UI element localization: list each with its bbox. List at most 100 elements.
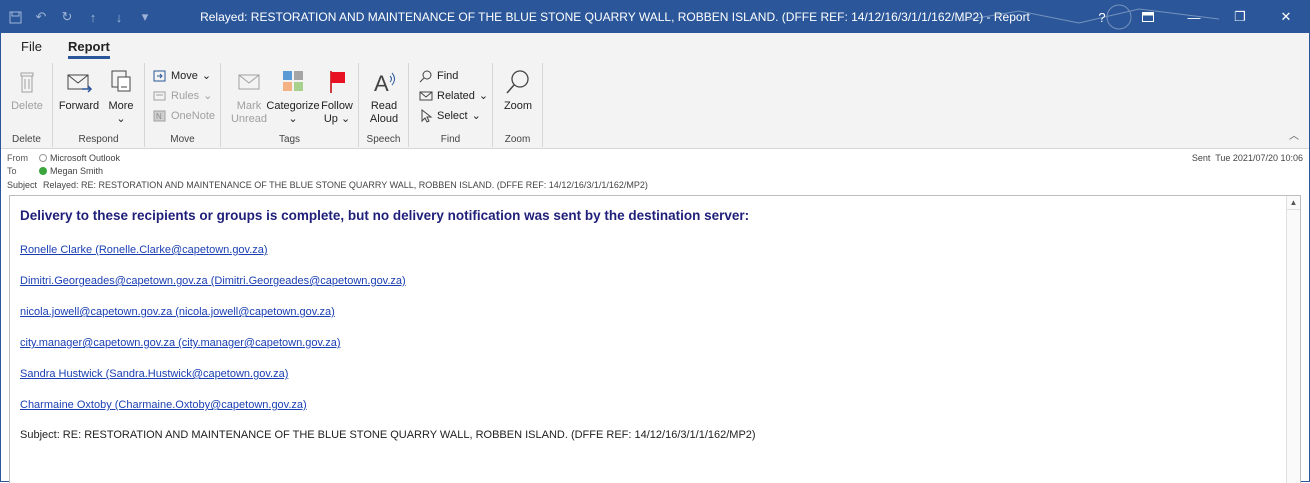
up-arrow-icon[interactable]: ↑	[85, 9, 101, 25]
trash-icon	[20, 72, 34, 93]
related-button[interactable]: Related ⌄	[419, 87, 488, 105]
related-icon	[419, 91, 433, 101]
group-tags: Mark Unread Categorize ⌄ Follow Up ⌄ Tags	[221, 63, 359, 147]
redo-icon[interactable]: ↻	[59, 9, 75, 25]
tab-file[interactable]: File	[11, 35, 52, 61]
group-tags-label: Tags	[278, 134, 301, 145]
from-row: From Microsoft Outlook	[7, 152, 120, 164]
vertical-scrollbar[interactable]: ▲	[1286, 196, 1300, 483]
recipient-link[interactable]: Ronelle Clarke (Ronelle.Clarke@capetown.…	[20, 243, 1280, 257]
categorize-label: Categorize	[266, 100, 320, 112]
follow-up-label-2: Up	[323, 113, 338, 125]
group-respond: Forward More ⌄ Respond	[53, 63, 145, 147]
follow-up-label-1: Follow	[321, 100, 353, 112]
minimize-button[interactable]: —	[1171, 1, 1217, 33]
forward-button[interactable]: Forward	[55, 67, 103, 113]
recipient-link[interactable]: Sandra Hustwick (Sandra.Hustwick@capetow…	[20, 367, 1280, 381]
quick-access-toolbar: ↶ ↻ ↑ ↓ ▾	[7, 1, 153, 33]
follow-up-button[interactable]: Follow Up ⌄	[317, 67, 357, 126]
collapse-ribbon-icon[interactable]: ︿	[1289, 127, 1299, 142]
from-name: Microsoft Outlook	[50, 153, 121, 163]
subject-label: Subject	[7, 180, 38, 190]
more-respond-icon	[111, 70, 131, 92]
tab-report-label: Report	[67, 39, 110, 59]
chevron-down-icon: ⌄	[203, 90, 213, 102]
group-find: Find Related ⌄ Select ⌄ Find	[409, 63, 493, 147]
chevron-down-icon: ⌄	[288, 113, 298, 125]
group-speech: A Read Aloud Speech	[359, 63, 409, 147]
to-name: Megan Smith	[50, 166, 104, 176]
forward-label: Forward	[58, 100, 100, 112]
presence-available-icon	[39, 167, 47, 175]
delivery-heading: Delivery to these recipients or groups i…	[20, 208, 750, 223]
outlook-window: ↶ ↻ ↑ ↓ ▾ Relayed: RESTORATION AND MAINT…	[0, 0, 1310, 483]
ribbon-display-options-icon[interactable]	[1125, 1, 1171, 33]
scroll-up-icon[interactable]: ▲	[1287, 196, 1300, 210]
svg-text:N: N	[156, 112, 162, 121]
search-icon	[419, 70, 432, 83]
ribbon: Delete Delete Forward More ⌄ Respond Move…	[1, 61, 1309, 149]
find-button[interactable]: Find	[419, 67, 458, 85]
flag-icon	[330, 71, 345, 93]
group-find-label: Find	[440, 134, 461, 145]
read-aloud-label-1: Read	[370, 100, 398, 112]
group-zoom-label: Zoom	[504, 134, 531, 145]
restore-button[interactable]: ❐	[1217, 1, 1263, 33]
close-button[interactable]: ✕	[1263, 1, 1309, 33]
onenote-button[interactable]: N OneNote	[153, 107, 215, 125]
chevron-down-icon: ⌄	[201, 70, 212, 82]
onenote-label: OneNote	[171, 110, 216, 122]
subject-value: Relayed: RE: RESTORATION AND MAINTENANCE…	[43, 180, 648, 190]
related-label: Related	[437, 90, 475, 102]
categorize-icon	[283, 71, 303, 91]
read-aloud-icon: A	[374, 71, 395, 96]
zoom-icon	[506, 70, 529, 94]
chevron-down-icon: ⌄	[116, 113, 126, 125]
recipient-link[interactable]: nicola.jowell@capetown.gov.za (nicola.jo…	[20, 305, 1280, 319]
group-delete: Delete Delete	[1, 63, 53, 147]
delete-button[interactable]: Delete	[3, 67, 51, 113]
cursor-icon	[421, 109, 433, 123]
rules-button[interactable]: Rules ⌄	[153, 87, 212, 105]
group-move: Move ⌄ Rules ⌄ N OneNote Move	[145, 63, 221, 147]
zoom-label: Zoom	[503, 100, 533, 112]
mark-unread-label-1: Mark	[236, 100, 262, 112]
help-button[interactable]: ?	[1079, 1, 1125, 33]
recipient-link[interactable]: city.manager@capetown.gov.za (city.manag…	[20, 336, 1280, 350]
window-title: Relayed: RESTORATION AND MAINTENANCE OF …	[200, 10, 1030, 24]
svg-text:A: A	[374, 71, 389, 96]
undo-icon[interactable]: ↶	[33, 9, 49, 25]
sent-value: Tue 2021/07/20 10:06	[1215, 153, 1303, 163]
recipient-link[interactable]: Charmaine Oxtoby (Charmaine.Oxtoby@capet…	[20, 398, 1280, 412]
from-value[interactable]: Microsoft Outlook	[39, 152, 120, 164]
select-label: Select	[437, 110, 468, 122]
mark-unread-label-2: Unread	[230, 113, 268, 125]
delete-label: Delete	[11, 100, 43, 112]
sent-info: Sent Tue 2021/07/20 10:06	[1192, 153, 1303, 163]
group-respond-label: Respond	[78, 134, 119, 145]
select-button[interactable]: Select ⌄	[419, 107, 481, 125]
envelope-icon	[238, 74, 260, 90]
message-body: Delivery to these recipients or groups i…	[9, 195, 1301, 483]
presence-unknown-icon	[39, 154, 47, 162]
to-value[interactable]: Megan Smith	[39, 165, 103, 177]
down-arrow-icon[interactable]: ↓	[111, 9, 127, 25]
recipient-link[interactable]: Dimitri.Georgeades@capetown.gov.za (Dimi…	[20, 274, 1280, 288]
group-move-label: Move	[170, 134, 195, 145]
chevron-down-icon: ⌄	[471, 110, 481, 122]
rules-icon	[153, 91, 166, 101]
group-speech-label: Speech	[366, 134, 401, 145]
read-aloud-button[interactable]: A Read Aloud	[360, 67, 408, 126]
categorize-button[interactable]: Categorize ⌄	[265, 67, 321, 126]
chevron-down-icon: ⌄	[337, 113, 351, 125]
to-label: To	[7, 166, 17, 176]
move-button[interactable]: Move ⌄	[153, 67, 211, 85]
tab-report[interactable]: Report	[58, 35, 120, 61]
forward-icon	[67, 74, 93, 93]
zoom-button[interactable]: Zoom	[494, 67, 542, 113]
more-button[interactable]: More ⌄	[97, 67, 145, 126]
save-icon[interactable]	[7, 9, 23, 25]
from-label: From	[7, 153, 28, 163]
rules-label: Rules	[171, 90, 200, 102]
onenote-icon: N	[153, 110, 166, 122]
